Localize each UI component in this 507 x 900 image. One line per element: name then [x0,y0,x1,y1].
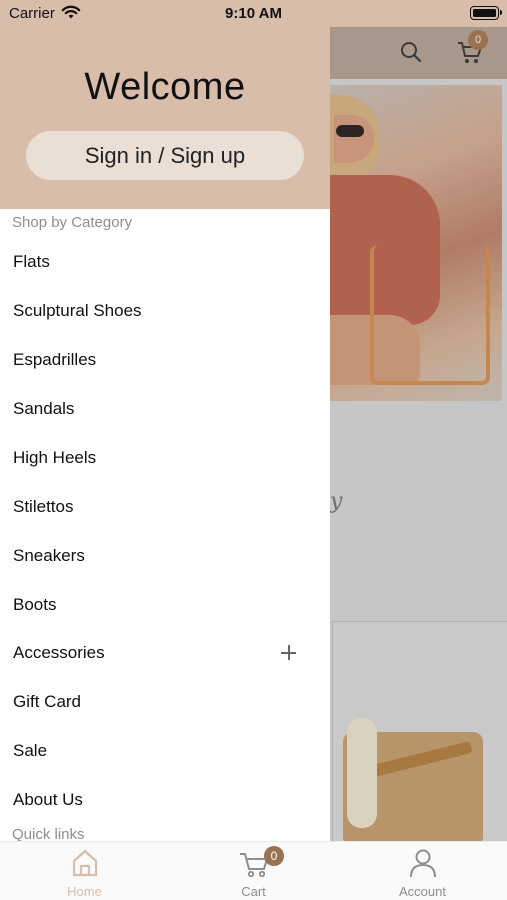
category-label: Espadrilles [13,350,97,369]
category-item-gift-card[interactable]: Gift Card [0,677,330,726]
side-drawer: Welcome Sign in / Sign up Shop by Catego… [0,0,330,841]
hero-image [330,85,502,401]
category-item-sculptural-shoes[interactable]: Sculptural Shoes [0,286,330,335]
category-label: Gift Card [13,692,82,711]
category-label: Flats [13,252,50,271]
sign-in-button[interactable]: Sign in / Sign up [26,131,304,180]
category-label: Sandals [13,399,75,418]
category-item-sale[interactable]: Sale [0,726,330,775]
category-item-high-heels[interactable]: High Heels [0,433,330,482]
category-label: High Heels [13,448,97,467]
tab-label: Home [67,884,102,899]
category-label: Stilettos [13,497,74,516]
category-label: Boots [13,595,57,614]
cart-count-badge: 0 [468,30,488,50]
drawer-header: Welcome Sign in / Sign up [0,0,330,209]
tab-cart[interactable]: 0 Cart [169,842,338,900]
script-text: y [330,489,343,514]
category-item-stilettos[interactable]: Stilettos [0,482,330,531]
category-item-accessories[interactable]: Accessories [0,628,330,677]
user-icon [407,847,439,879]
tab-account[interactable]: Account [338,842,507,900]
category-item-sneakers[interactable]: Sneakers [0,531,330,580]
status-bar: Carrier 9:10 AM [0,0,507,27]
background-header: 0 [330,27,507,79]
tab-label: Account [399,884,446,899]
welcome-title: Welcome [84,66,246,108]
home-icon [69,847,101,879]
category-label: Accessories [13,643,105,662]
category-label: About Us [13,790,83,809]
battery-icon [470,6,502,20]
category-item-about-us[interactable]: About Us [0,775,330,824]
product-image [332,621,507,841]
category-heading: Shop by Category [12,214,133,231]
tab-label: Cart [241,884,266,899]
category-label: Sculptural Shoes [13,301,142,320]
category-item-sandals[interactable]: Sandals [0,384,330,433]
cart-count-badge: 0 [264,846,284,866]
tab-home[interactable]: Home [0,842,169,900]
category-item-flats[interactable]: Flats [0,237,330,286]
category-item-espadrilles[interactable]: Espadrilles [0,335,330,384]
plus-icon[interactable] [281,645,296,660]
search-icon[interactable] [400,41,422,68]
tab-bar: Home 0 Cart Account [0,841,507,900]
category-label: Sale [13,741,48,760]
category-label: Sneakers [13,546,85,565]
background-app[interactable]: 0 y [330,27,507,841]
category-item-boots[interactable]: Boots [0,580,330,629]
quick-links-heading: Quick links [12,826,85,841]
clock: 9:10 AM [225,5,282,22]
